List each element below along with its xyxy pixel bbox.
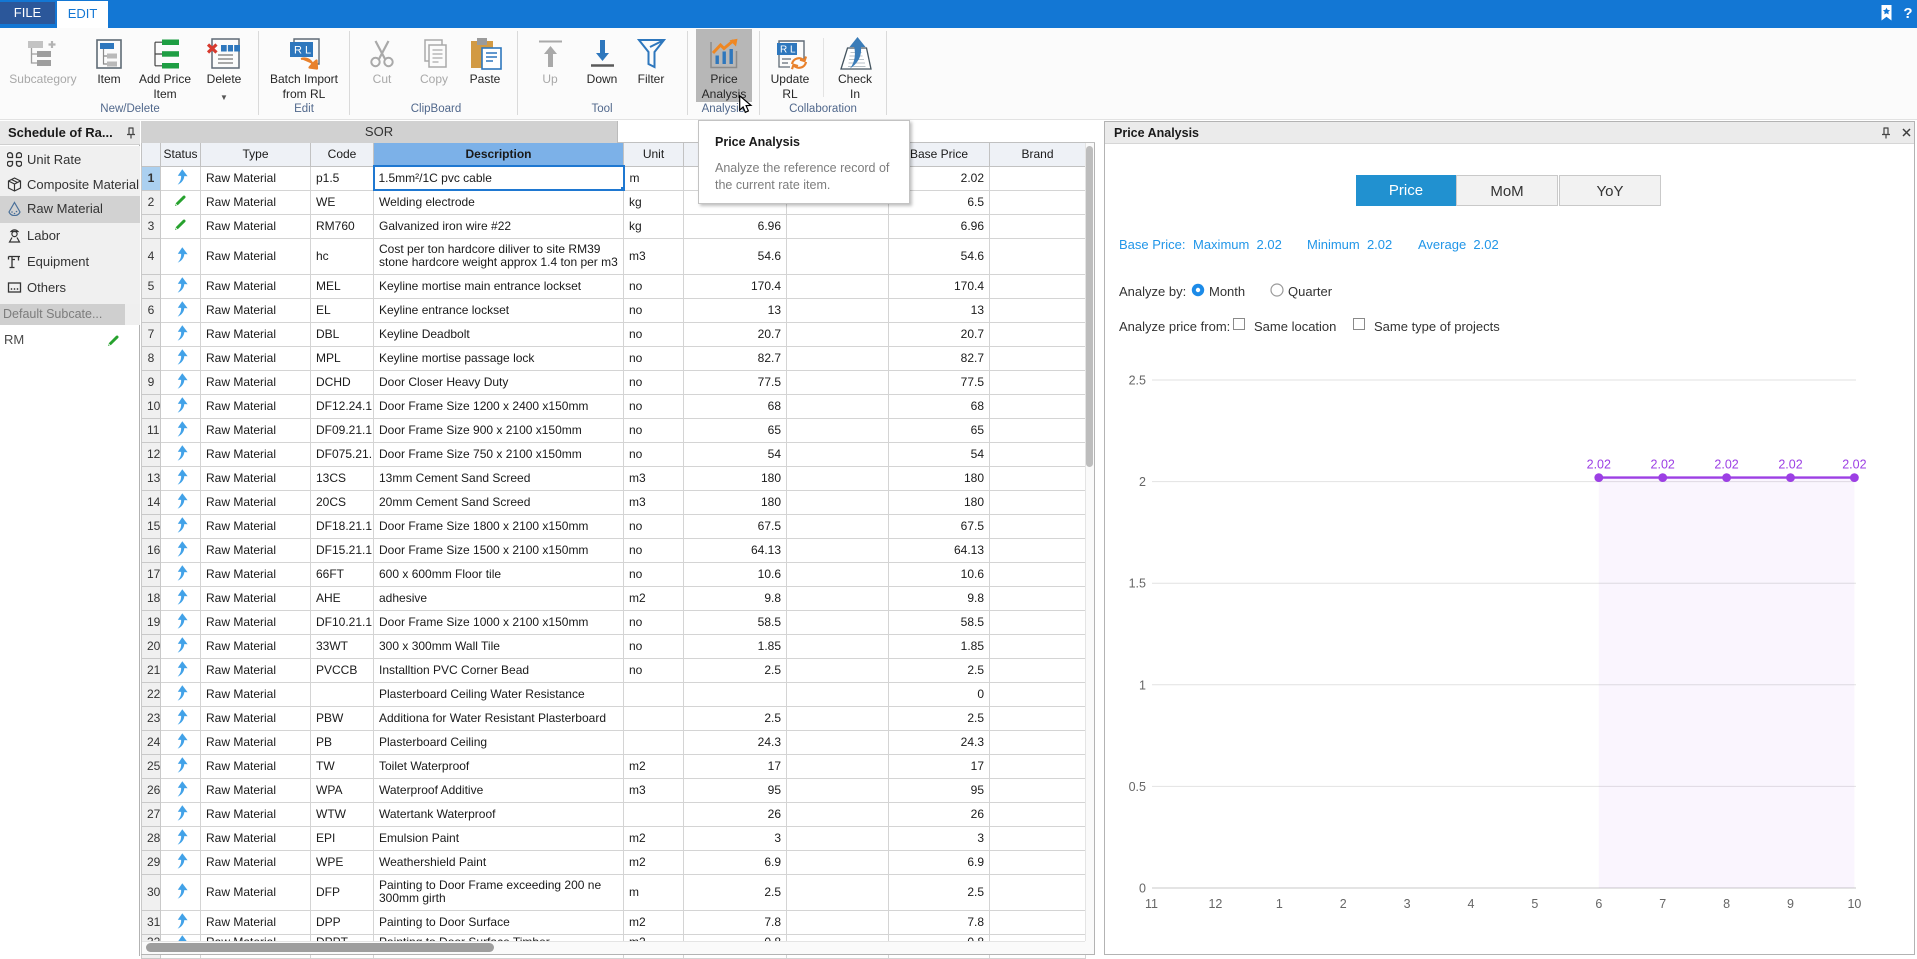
svg-text:9: 9 [1787,897,1794,911]
svg-text:8: 8 [1723,897,1730,911]
svg-text:2.02: 2.02 [1778,458,1802,472]
svg-text:0.5: 0.5 [1129,780,1146,794]
svg-text:2.02: 2.02 [1714,458,1738,472]
svg-text:2.5: 2.5 [1129,374,1146,388]
svg-text:6: 6 [1595,897,1602,911]
svg-text:5: 5 [1531,897,1538,911]
svg-text:R L: R L [780,45,796,56]
svg-text:10: 10 [1847,897,1861,911]
svg-text:R L: R L [294,45,311,57]
svg-text:1: 1 [1139,678,1146,692]
svg-text:4: 4 [1468,897,1475,911]
svg-text:2.02: 2.02 [1651,458,1675,472]
svg-text:0: 0 [1139,882,1146,896]
svg-text:2: 2 [1340,897,1347,911]
svg-text:11: 11 [1145,897,1158,911]
svg-text:1.5: 1.5 [1129,577,1146,591]
svg-text:3: 3 [1404,897,1411,911]
svg-text:7: 7 [1659,897,1666,911]
svg-text:2.02: 2.02 [1842,458,1866,472]
svg-text:2: 2 [1139,475,1146,489]
svg-text:1: 1 [1276,897,1283,911]
svg-text:12: 12 [1208,897,1222,911]
svg-text:2.02: 2.02 [1587,458,1611,472]
